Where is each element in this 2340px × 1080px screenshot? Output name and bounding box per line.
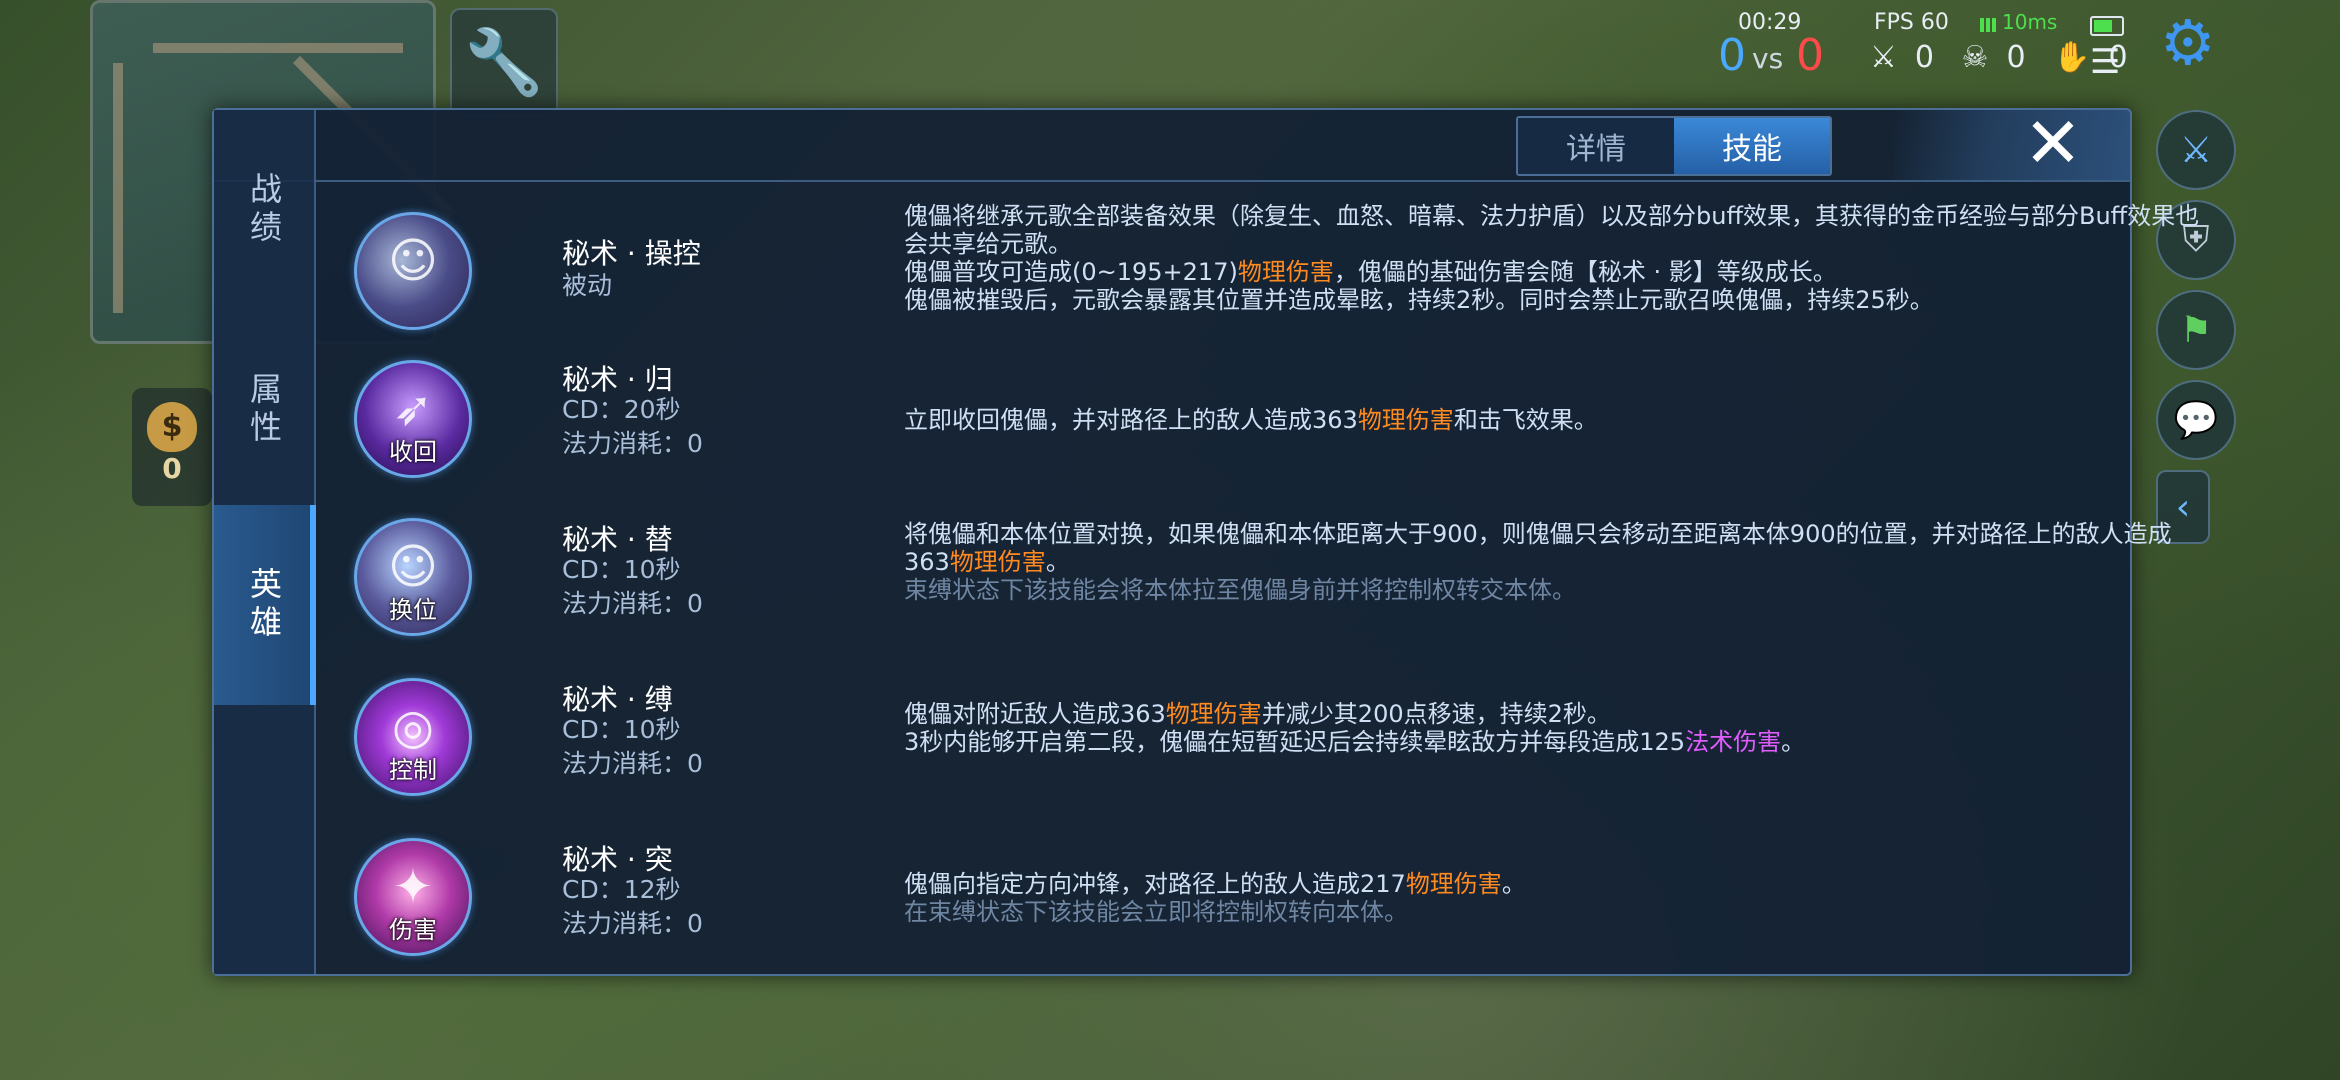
desc-text: 傀儡被摧毁后，元歌会暴露其位置并造成晕眩，持续2秒。同时会禁止元歌召唤傀儡，持续… xyxy=(904,286,1934,314)
tab-skills[interactable]: 技能 xyxy=(1674,118,1830,174)
physical-damage-text: 物理伤害 xyxy=(1405,870,1502,898)
desc-text: 。 xyxy=(1781,728,1806,756)
skill-description: 将傀儡和本体位置对换，如果傀儡和本体距离大于900，则傀儡只会移动至距离本体90… xyxy=(904,520,2204,604)
vortex-control-icon: ◎ 控制 xyxy=(354,678,472,796)
desc-text: 。 xyxy=(1501,870,1526,898)
physical-damage-text: 物理伤害 xyxy=(949,548,1046,576)
battery-icon xyxy=(2090,16,2124,36)
skill-type: 被动 xyxy=(562,271,613,300)
skill-row: ☺ 秘术 · 操控 被动 傀儡将继承元歌全部装备效果（除复生、血怒、暗幕、法力护… xyxy=(314,202,2199,342)
tab-details[interactable]: 详情 xyxy=(1518,118,1674,174)
skill-mana-cost: 法力消耗：0 xyxy=(562,749,703,778)
list-icon[interactable]: ☰ xyxy=(2090,42,2120,82)
skill-row: ➶ 收回 秘术 · 归 CD：20秒 法力消耗：0 立即收回傀儡，并对路径上的敌… xyxy=(314,358,2130,488)
skill-mana-cost: 法力消耗：0 xyxy=(562,429,703,458)
skill-description: 立即收回傀儡，并对路径上的敌人造成363物理伤害和击飞效果。 xyxy=(904,406,2204,434)
skill-mana-cost: 法力消耗：0 xyxy=(562,589,703,618)
desc-text: ，傀儡的基础伤害会随【秘术 · 影】等级成长。 xyxy=(1333,258,1837,286)
swap-portrait-icon: ☺ 换位 xyxy=(354,518,472,636)
side-tab-bar: 战绩 属性 英雄 xyxy=(214,110,316,974)
desc-text: 将傀儡和本体位置对换，如果傀儡和本体距离大于900，则傀儡只会移动至距离本体90… xyxy=(904,520,2172,576)
side-tab-label: 战绩 xyxy=(245,172,283,248)
gold-counter[interactable]: $ 0 xyxy=(132,388,212,506)
desc-text: 傀儡对附近敌人造成363 xyxy=(904,700,1166,728)
deaths-icon: ☠ xyxy=(1961,40,1989,75)
hero-detail-dialog: 战绩 属性 英雄 详情 技能 ✕ ☺ 秘术 · 操控 被动 傀儡将继承元歌全部装… xyxy=(212,102,2199,976)
score-blue: 0 xyxy=(1718,30,1746,81)
skill-name: 秘术 · 操控 xyxy=(562,237,701,270)
kills-count: 0 xyxy=(1914,40,1934,75)
assists-icon: ✋ xyxy=(2053,40,2091,75)
skill-description: 傀儡对附近敌人造成363物理伤害并减少其200点移速，持续2秒。 3秒内能够开启… xyxy=(904,700,2204,756)
ping-readout: 10ms xyxy=(2002,10,2058,34)
score-red: 0 xyxy=(1796,30,1824,81)
header-divider xyxy=(214,180,2130,182)
desc-note: 束缚状态下该技能会将本体拉至傀儡身前并将控制权转交本体。 xyxy=(904,576,1576,604)
side-tab-attributes[interactable]: 属性 xyxy=(214,310,314,510)
desc-text: 。 xyxy=(1045,548,1070,576)
portrait-glyph: ☺ xyxy=(387,233,439,289)
icon-glyph: ◎ xyxy=(392,699,434,755)
attack-signal-icon[interactable]: ⚔ xyxy=(2156,110,2236,190)
skill-icon-label: 收回 xyxy=(389,438,437,466)
side-tab-label: 英雄 xyxy=(245,567,283,643)
skill-cooldown: CD：10秒 xyxy=(562,555,681,584)
skill-row: ☺ 换位 秘术 · 替 CD：10秒 法力消耗：0 将傀儡和本体位置对换，如果傀… xyxy=(314,518,2172,648)
desc-text: 立即收回傀儡，并对路径上的敌人造成363 xyxy=(904,406,1358,434)
desc-text: 3秒内能够开启第二段，傀儡在短暂延迟后会持续晕眩敌方并每段造成125 xyxy=(904,728,1686,756)
desc-text: 傀儡向指定方向冲锋，对路径上的敌人造成217 xyxy=(904,870,1406,898)
puppet-portrait-icon: ☺ xyxy=(354,212,472,330)
skill-cooldown: CD：20秒 xyxy=(562,395,681,424)
skill-cooldown: CD：12秒 xyxy=(562,875,681,904)
close-button[interactable]: ✕ xyxy=(1998,102,2108,184)
skill-description: 傀儡向指定方向冲锋，对路径上的敌人造成217物理伤害。 在束缚状态下该技能会立即… xyxy=(904,870,2204,926)
detail-tabs: 详情 技能 xyxy=(1516,116,1832,176)
dash-strike-icon: ✦ 伤害 xyxy=(354,838,472,956)
icon-glyph: ✦ xyxy=(392,859,434,915)
side-tab-label: 属性 xyxy=(245,372,283,448)
skill-icon-label: 伤害 xyxy=(389,916,437,944)
desc-text: 并减少其200点移速，持续2秒。 xyxy=(1261,700,1611,728)
match-time: 00:29 xyxy=(1738,10,1802,35)
money-bag-icon: $ xyxy=(147,402,197,452)
icon-glyph: ☺ xyxy=(387,539,439,595)
signal-icon xyxy=(1980,18,1996,32)
physical-damage-text: 物理伤害 xyxy=(1357,406,1454,434)
recall-birds-icon: ➶ 收回 xyxy=(354,360,472,478)
skill-icon-label: 控制 xyxy=(389,756,437,784)
icon-glyph: ➶ xyxy=(392,381,434,437)
wrench-icon[interactable]: 🔧 xyxy=(450,8,558,116)
desc-text: 傀儡普攻可造成(0~195+217) xyxy=(904,258,1238,286)
gear-icon[interactable]: ⚙ xyxy=(2160,6,2216,79)
skill-mana-cost: 法力消耗：0 xyxy=(562,909,703,938)
desc-note: 在束缚状态下该技能会立即将控制权转向本体。 xyxy=(904,898,1408,926)
side-tab-record[interactable]: 战绩 xyxy=(214,110,314,310)
kills-icon: ⚔ xyxy=(1870,40,1897,75)
skill-row: ◎ 控制 秘术 · 缚 CD：10秒 法力消耗：0 傀儡对附近敌人造成363物理… xyxy=(314,678,2130,808)
side-tab-hero[interactable]: 英雄 xyxy=(214,505,316,705)
skill-icon-label: 换位 xyxy=(389,596,437,624)
skill-row: ✦ 伤害 秘术 · 突 CD：12秒 法力消耗：0 傀儡向指定方向冲锋，对路径上… xyxy=(314,838,2130,968)
physical-damage-text: 物理伤害 xyxy=(1165,700,1262,728)
skill-cooldown: CD：10秒 xyxy=(562,715,681,744)
deaths-count: 0 xyxy=(2006,40,2026,75)
magic-damage-text: 法术伤害 xyxy=(1685,728,1782,756)
score-vs: vs xyxy=(1752,42,1784,75)
skill-description: 傀儡将继承元歌全部装备效果（除复生、血怒、暗幕、法力护盾）以及部分buff效果，… xyxy=(904,202,2204,314)
physical-damage-text: 物理伤害 xyxy=(1237,258,1334,286)
desc-text: 和击飞效果。 xyxy=(1453,406,1598,434)
fps-readout: FPS 60 xyxy=(1874,10,1949,35)
desc-text: 傀儡将继承元歌全部装备效果（除复生、血怒、暗幕、法力护盾）以及部分buff效果，… xyxy=(904,202,2200,258)
gold-amount: 0 xyxy=(162,452,182,485)
